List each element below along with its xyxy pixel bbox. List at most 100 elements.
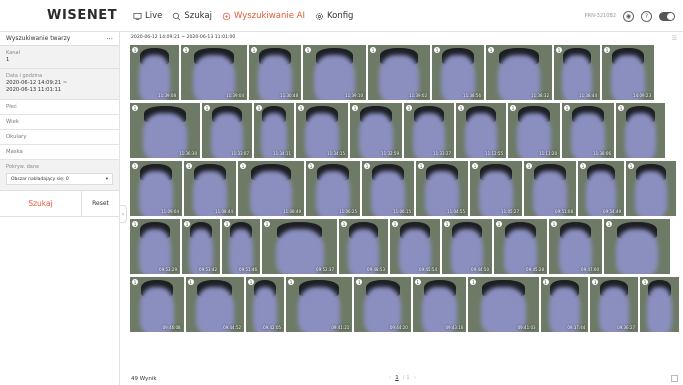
top-bar: WISENET Live Szukaj Wyszukiwanie AI Konf… [0,0,683,32]
next-page-icon[interactable]: › [414,375,416,381]
face-thumbnail[interactable]: 1 09:51:08 [524,161,576,216]
face-thumbnail[interactable]: 1 [640,277,679,332]
channel-badge-icon: 1 [224,221,230,227]
face-thumbnail[interactable]: 1 09:36:27 [590,277,639,332]
face-thumbnail[interactable]: 1 09:42:05 [246,277,285,332]
thumb-row: 1 11:09:04 1 11:08:44 1 11:08:49 1 11:06:25 1 11:… [130,161,679,216]
face-thumbnail[interactable]: 1 09:51:46 [222,219,260,274]
reset-button[interactable]: Reset [82,191,119,216]
face-thumbnail[interactable]: 1 11:39:04 [181,45,247,100]
user-icon[interactable]: ◉ [623,10,634,22]
thumb-timestamp: 11:39:04 [226,93,244,98]
channel-badge-icon: 1 [305,47,311,53]
ai-search-icon [222,12,231,20]
channel-badge-icon: 1 [496,221,502,227]
datetime-field[interactable]: Data i godzina 2020-06-12 14:09:21 ~ 202… [0,69,119,100]
wisenet-toggle-icon[interactable] [659,11,675,21]
face-thumbnail[interactable]: 1 [626,161,676,216]
channel-badge-icon: 1 [392,221,398,227]
face-thumbnail[interactable]: 1 09:44:52 [185,277,245,332]
nav-live[interactable]: Live [133,11,162,21]
nav-ai-search[interactable]: Wyszukiwanie AI [222,11,305,21]
face-thumbnail[interactable]: 1 11:12:55 [456,103,506,158]
face-thumbnail[interactable]: 1 09:53:42 [182,219,220,274]
prev-page-icon[interactable]: ‹ [389,375,391,381]
face-thumbnail[interactable]: 1 [604,219,670,274]
face-thumbnail[interactable]: 1 09:37:44 [540,277,589,332]
nav-search[interactable]: Szukaj [172,11,212,21]
face-thumbnail[interactable]: 1 09:46:08 [130,277,184,332]
nav-config[interactable]: Konfig [315,11,353,21]
face-thumbnail[interactable]: 1 09:53:29 [130,219,180,274]
face-thumbnail[interactable]: 1 09:52:37 [262,219,337,274]
search-button[interactable]: Szukaj [0,191,82,216]
export-icon[interactable] [671,375,678,382]
face-thumbnail[interactable]: 1 11:34:15 [296,103,348,158]
filter-mask[interactable]: Maska [0,145,119,160]
channel-badge-icon: 1 [251,47,257,53]
face-thumbnail[interactable]: 1 11:36:30 [130,103,200,158]
face-thumbnail[interactable]: 1 09:47:00 [549,219,602,274]
collapse-panel-icon[interactable]: ‹ [120,205,127,223]
channel-badge-icon: 1 [183,47,189,53]
thumb-timestamp: 11:39:08 [158,93,176,98]
face-thumbnail[interactable]: 1 09:43:16 [412,277,467,332]
face-thumbnail[interactable]: 1 [616,103,665,158]
thumb-row: 1 09:53:29 1 09:53:42 1 09:51:46 1 09:52:37 1 09:… [130,219,679,274]
list-view-icon[interactable]: ☰ [672,35,677,42]
face-thumbnail[interactable]: 1 11:04:55 [416,161,468,216]
face-thumbnail[interactable]: 1 11:38:32 [486,45,552,100]
channel-field[interactable]: Kanał 1 [0,46,119,69]
channel-badge-icon: 1 [470,279,477,285]
face-thumbnail[interactable]: 1 11:38:44 [554,45,600,100]
face-thumbnail[interactable]: 1 11:08:44 [184,161,236,216]
channel-badge-icon: 1 [248,279,255,285]
face-thumbnail[interactable]: 1 11:11:20 [508,103,560,158]
face-thumbnail[interactable]: 1 11:39:10 [303,45,366,100]
channel-badge-icon: 1 [264,221,270,227]
main-nav: Live Szukaj Wyszukiwanie AI Konfig [133,0,353,32]
thumb-timestamp: 11:09:04 [161,209,179,214]
face-thumbnail[interactable]: 1 09:45:54 [390,219,440,274]
channel-badge-icon: 1 [204,105,210,111]
face-thumbnail[interactable]: 1 09:48:53 [339,219,388,274]
thumb-timestamp: 11:39:02 [409,93,427,98]
face-thumbnail[interactable]: 1 11:06:15 [362,161,414,216]
face-thumbnail[interactable]: 1 11:34:11 [254,103,294,158]
face-thumbnail[interactable]: 1 11:06:25 [306,161,360,216]
face-thumbnail[interactable]: 1 11:30:48 [249,45,301,100]
face-thumbnail[interactable]: 1 09:44:20 [354,277,411,332]
more-icon[interactable]: ··· [106,35,113,43]
face-thumbnail[interactable]: 1 11:08:49 [238,161,304,216]
filter-glasses[interactable]: Okulary [0,130,119,145]
pagination: ‹ 1 / 1 › [389,375,416,381]
face-thumbnail[interactable]: 1 11:38:56 [432,45,484,100]
thumb-row: 1 09:46:08 1 09:44:52 1 09:42:05 1 09:41:21 1 09:… [130,277,679,332]
face-thumbnail[interactable]: 1 09:44:50 [442,219,492,274]
face-thumbnail[interactable]: 1 11:32:59 [350,103,402,158]
face-thumbnail[interactable]: 1 11:33:27 [404,103,454,158]
thumb-timestamp: 09:43:16 [445,325,464,330]
filter-gender[interactable]: Płeć [0,100,119,115]
face-thumbnail[interactable]: 1 14:09:23 [602,45,654,100]
thumb-timestamp: 11:34:11 [273,151,291,156]
face-thumbnail[interactable]: 1 11:09:04 [130,161,182,216]
question-icon[interactable]: ? [641,10,652,22]
face-thumbnail[interactable]: 1 11:39:02 [368,45,430,100]
filter-age[interactable]: Wiek [0,115,119,130]
face-thumbnail[interactable]: 1 11:39:08 [130,45,179,100]
nav-live-label: Live [145,11,163,21]
face-thumbnail[interactable]: 1 09:54:49 [578,161,624,216]
face-thumbnail[interactable]: 1 11:33:07 [202,103,252,158]
face-thumbnail[interactable]: 1 09:41:03 [468,277,539,332]
channel-badge-icon: 1 [458,105,464,111]
face-thumbnail[interactable]: 1 11:05:27 [470,161,522,216]
face-thumbnail[interactable]: 1 09:41:21 [286,277,353,332]
current-page[interactable]: 1 [395,375,399,381]
thumb-row: 1 11:39:08 1 11:39:04 1 11:30:48 1 11:39:10 1 11:… [130,45,679,100]
face-thumbnail[interactable]: 1 11:38:06 [562,103,614,158]
channel-badge-icon: 1 [356,279,363,285]
coverage-select[interactable]: Obszar nakładający się: 0 ▾ [6,173,113,185]
thumb-timestamp: 11:33:07 [231,151,249,156]
face-thumbnail[interactable]: 1 09:45:28 [494,219,547,274]
